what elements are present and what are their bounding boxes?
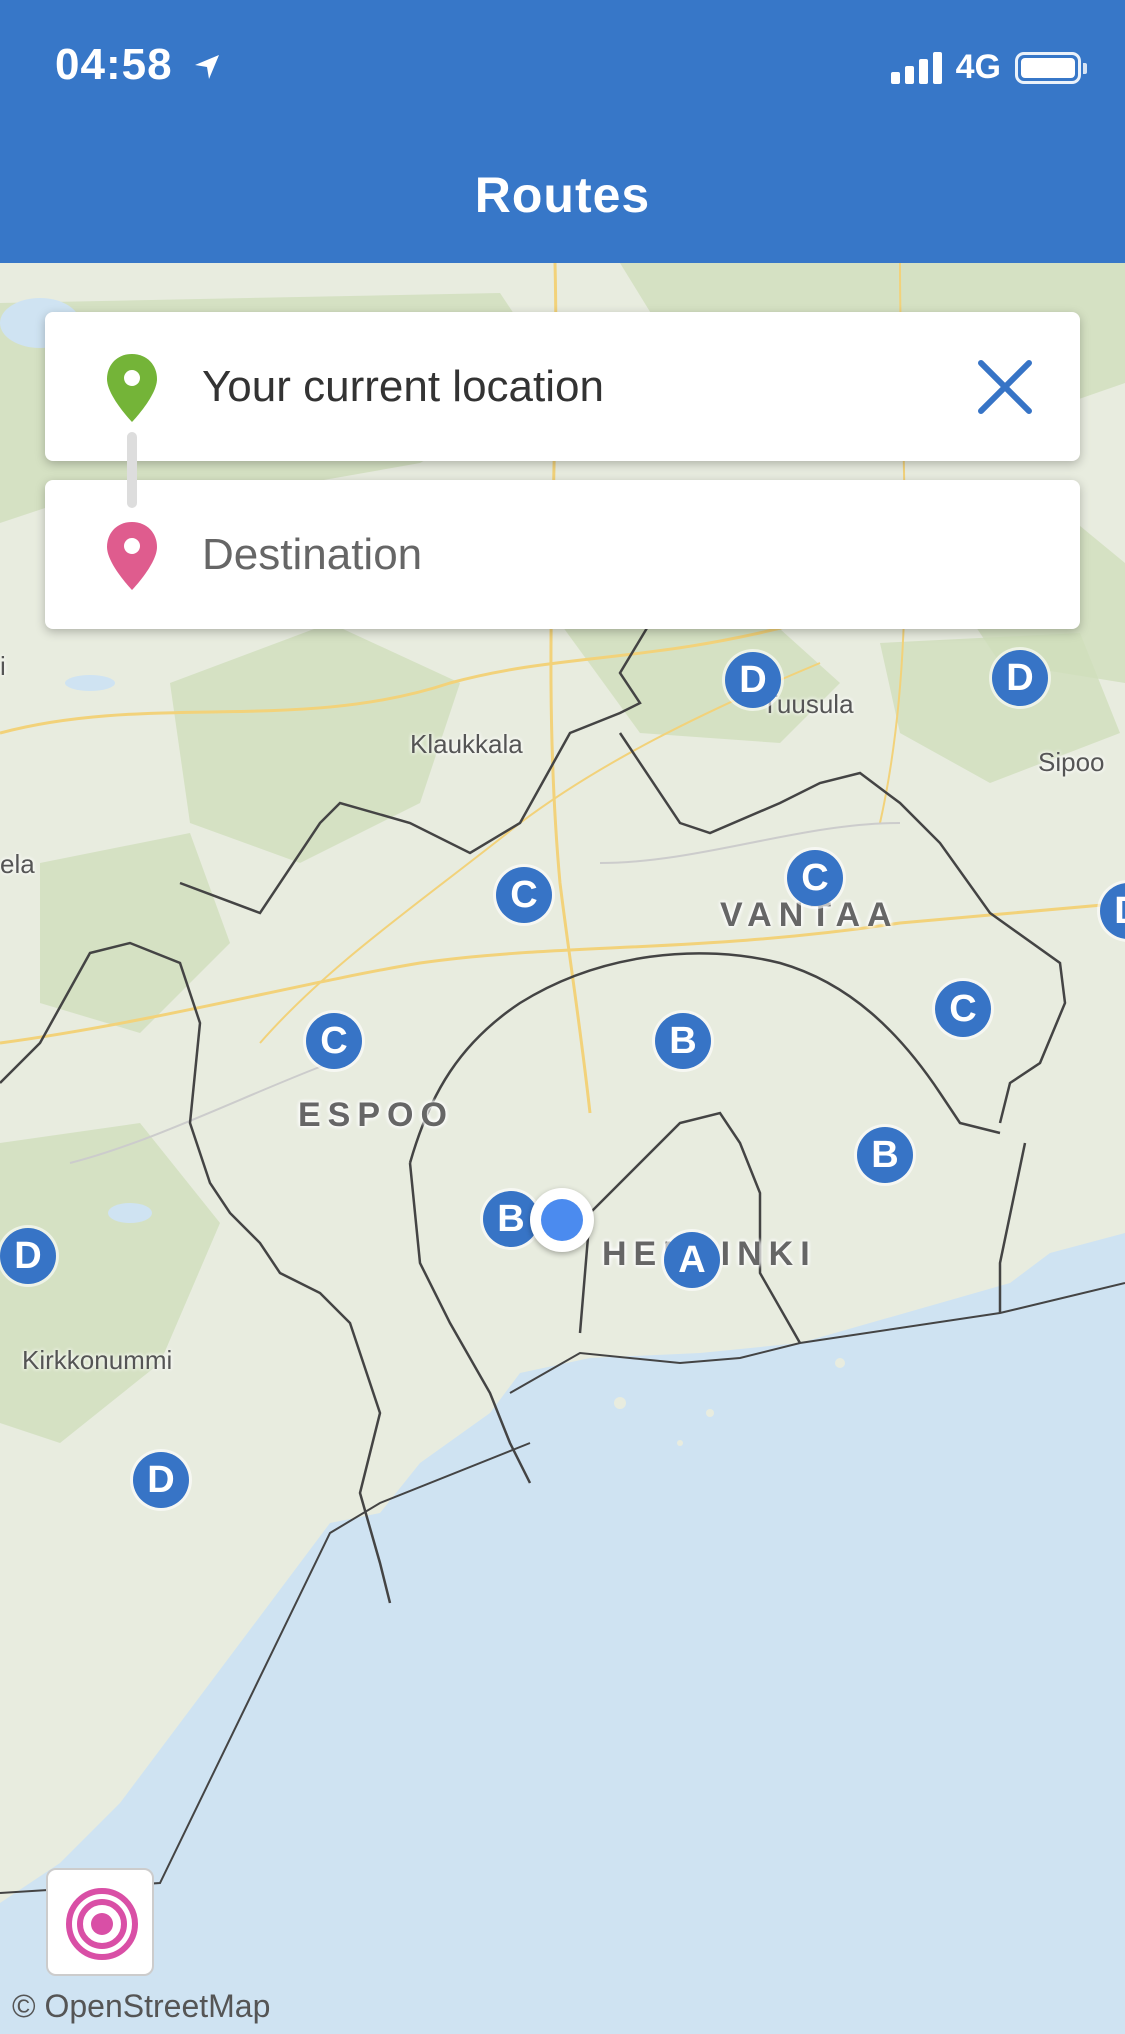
location-arrow-icon <box>194 55 219 80</box>
zone-marker-b[interactable]: B <box>857 1127 913 1183</box>
place-label: i <box>0 651 6 681</box>
user-location-marker <box>530 1188 594 1252</box>
close-icon[interactable] <box>975 357 1035 417</box>
place-label: Sipoo <box>1038 747 1105 777</box>
locate-button[interactable] <box>46 1868 154 1976</box>
zone-marker-b[interactable]: B <box>655 1013 711 1069</box>
status-time: 04:58 <box>55 40 222 90</box>
zone-marker-c[interactable]: C <box>935 981 991 1037</box>
locate-target-icon <box>66 1888 138 1960</box>
green-pin-icon <box>107 354 157 422</box>
city-label: ESPOO <box>298 1096 454 1134</box>
cell-signal-icon <box>890 51 942 84</box>
place-label: Kirkkonummi <box>22 1345 173 1375</box>
origin-text[interactable]: Your current location <box>202 312 604 461</box>
route-connector <box>127 432 137 508</box>
place-label: Klaukkala <box>410 729 523 759</box>
destination-placeholder[interactable]: Destination <box>202 480 422 629</box>
network-type: 4G <box>955 48 1001 86</box>
zone-marker-d[interactable]: D <box>725 652 781 708</box>
zone-marker-c[interactable]: C <box>306 1013 362 1069</box>
clock-text: 04:58 <box>55 40 173 89</box>
zone-marker-c[interactable]: C <box>787 850 843 906</box>
zone-marker-d[interactable]: D <box>992 650 1048 706</box>
place-label: ela <box>0 849 35 879</box>
zone-marker-d[interactable]: D <box>0 1228 56 1284</box>
destination-field[interactable]: Destination <box>45 480 1080 629</box>
battery-icon <box>1015 51 1087 84</box>
header: 04:58 4G Routes <box>0 0 1125 263</box>
pink-pin-icon <box>107 522 157 590</box>
zone-marker-a[interactable]: A <box>664 1232 720 1288</box>
status-indicators: 4G <box>890 48 1087 87</box>
map-attribution[interactable]: © OpenStreetMap <box>12 1988 270 2025</box>
zone-marker-c[interactable]: C <box>496 867 552 923</box>
origin-field[interactable]: Your current location <box>45 312 1080 461</box>
zone-marker-d[interactable]: D <box>133 1452 189 1508</box>
page-title: Routes <box>474 167 651 223</box>
